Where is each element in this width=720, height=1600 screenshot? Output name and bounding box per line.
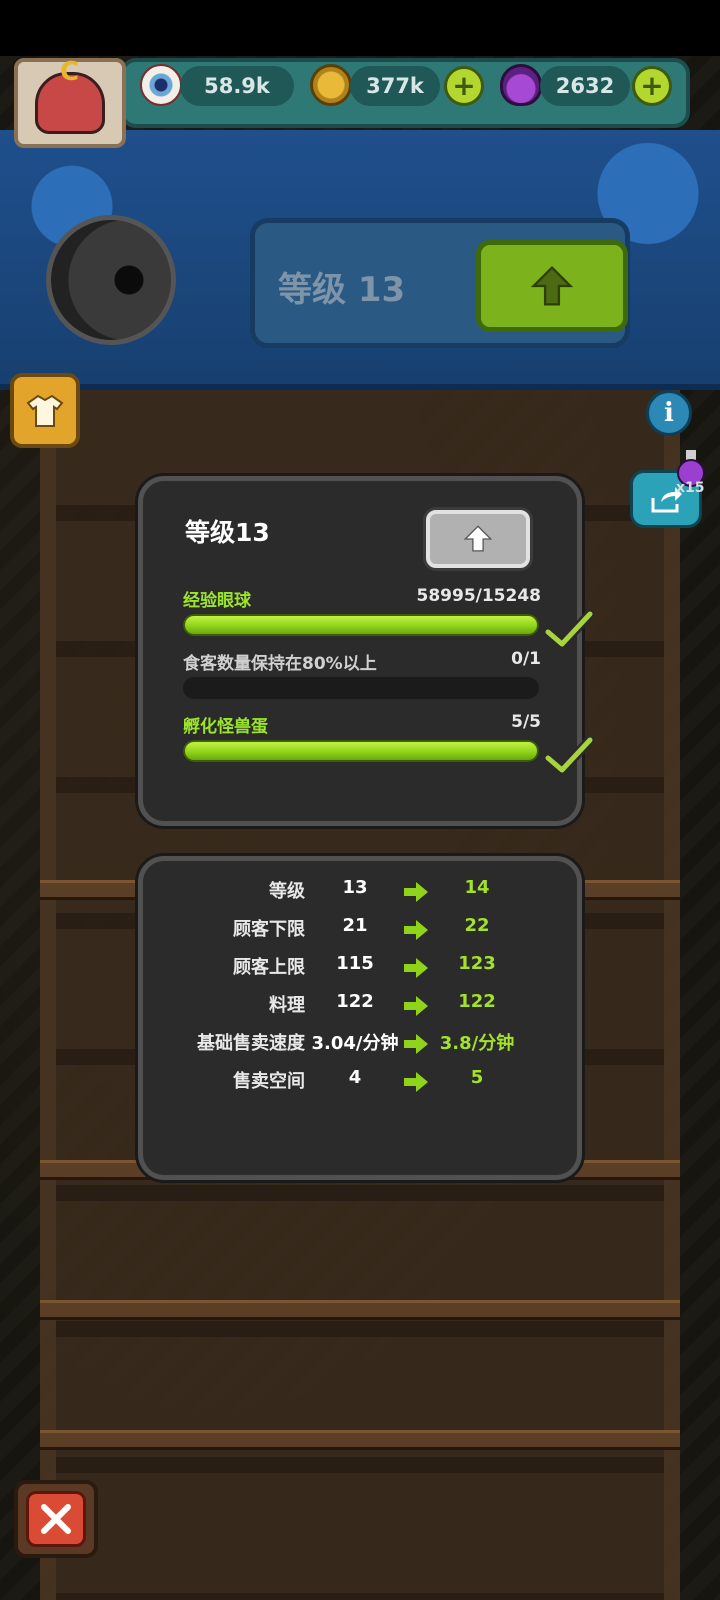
panel-title: 等级13	[185, 518, 270, 547]
close-icon	[41, 1504, 71, 1534]
stat-row: 顾客下限 21 22	[233, 915, 490, 940]
requirement-label: 经验眼球	[183, 591, 251, 611]
checkmark-icon	[544, 736, 594, 775]
stat-label: 顾客下限	[233, 919, 305, 940]
stat-label: 顾客上限	[233, 957, 305, 978]
arrow-right-icon	[404, 882, 428, 902]
requirement-label: 孵化怪兽蛋	[183, 717, 268, 737]
shelf-board	[40, 1300, 680, 1320]
requirement-value: 58995/15248	[416, 586, 542, 606]
stat-row: 基础售卖速度 3.04/分钟 3.8/分钟	[143, 1029, 577, 1059]
avatar[interactable]: C	[14, 57, 126, 148]
stat-row: 等级 13 14	[269, 877, 490, 902]
progress-bar	[183, 614, 539, 636]
coin-counter: 377k	[350, 66, 440, 106]
potion-amount: 2632	[555, 74, 615, 98]
stat-label: 基础售卖速度	[197, 1033, 305, 1054]
requirement-value: 5/5	[511, 712, 541, 732]
chef-c-icon: C	[60, 57, 80, 87]
eyeball-counter: 58.9k	[180, 66, 294, 106]
arrow-right-icon	[404, 920, 428, 940]
shirt-icon	[26, 394, 64, 427]
progress-bar	[183, 740, 539, 762]
arrow-right-icon	[404, 1034, 428, 1054]
arrow-right-icon	[404, 958, 428, 978]
stat-label: 料理	[269, 995, 305, 1016]
info-button[interactable]: i	[646, 390, 692, 436]
monster-avatar-icon: C	[35, 57, 105, 134]
banner-level-text: 等级 13	[278, 270, 406, 310]
potion-counter: 2632	[540, 66, 630, 106]
eyeball-amount: 58.9k	[204, 74, 270, 98]
potion-icon	[500, 64, 542, 106]
stat-row: 顾客上限 115 123	[233, 953, 496, 978]
stats-panel: 等级 13 14 顾客下限 21 22 顾客上限 115 123 料理 122 …	[138, 856, 582, 1180]
stat-label: 等级	[269, 881, 305, 902]
stat-row: 料理 122 122	[269, 991, 496, 1016]
arrow-right-icon	[404, 1072, 428, 1092]
eyeball-icon	[140, 64, 182, 106]
stat-row: 售卖空间 4 5	[233, 1067, 484, 1092]
progress-fill	[183, 614, 539, 636]
outfit-button[interactable]	[10, 373, 80, 448]
status-bar-area	[0, 0, 720, 56]
potion-multiplier: x15	[676, 480, 705, 496]
progress-bar	[183, 677, 539, 699]
add-potions-button[interactable]: +	[632, 66, 672, 106]
coin-icon	[310, 64, 352, 106]
requirement-label: 食客数量保持在80%以上	[183, 654, 377, 674]
eye-porthole	[46, 215, 176, 345]
add-coins-button[interactable]: +	[444, 66, 484, 106]
arrow-right-icon	[404, 996, 428, 1016]
upgrade-button[interactable]	[426, 510, 530, 568]
banner-upgrade-button[interactable]	[476, 240, 628, 332]
coin-amount: 377k	[366, 74, 424, 98]
arrow-up-icon	[530, 265, 574, 306]
requirement-value: 0/1	[511, 649, 541, 669]
stat-label: 售卖空间	[233, 1071, 305, 1092]
arrow-up-icon	[463, 525, 493, 552]
progress-fill	[183, 740, 539, 762]
shelf-board	[40, 1430, 680, 1450]
upgrade-panel: 等级13 经验眼球 58995/15248 食客数量保持在80%以上 0/1 孵…	[138, 476, 582, 826]
info-icon: i	[664, 398, 674, 428]
checkmark-icon	[544, 610, 594, 649]
close-button[interactable]	[14, 1480, 98, 1558]
